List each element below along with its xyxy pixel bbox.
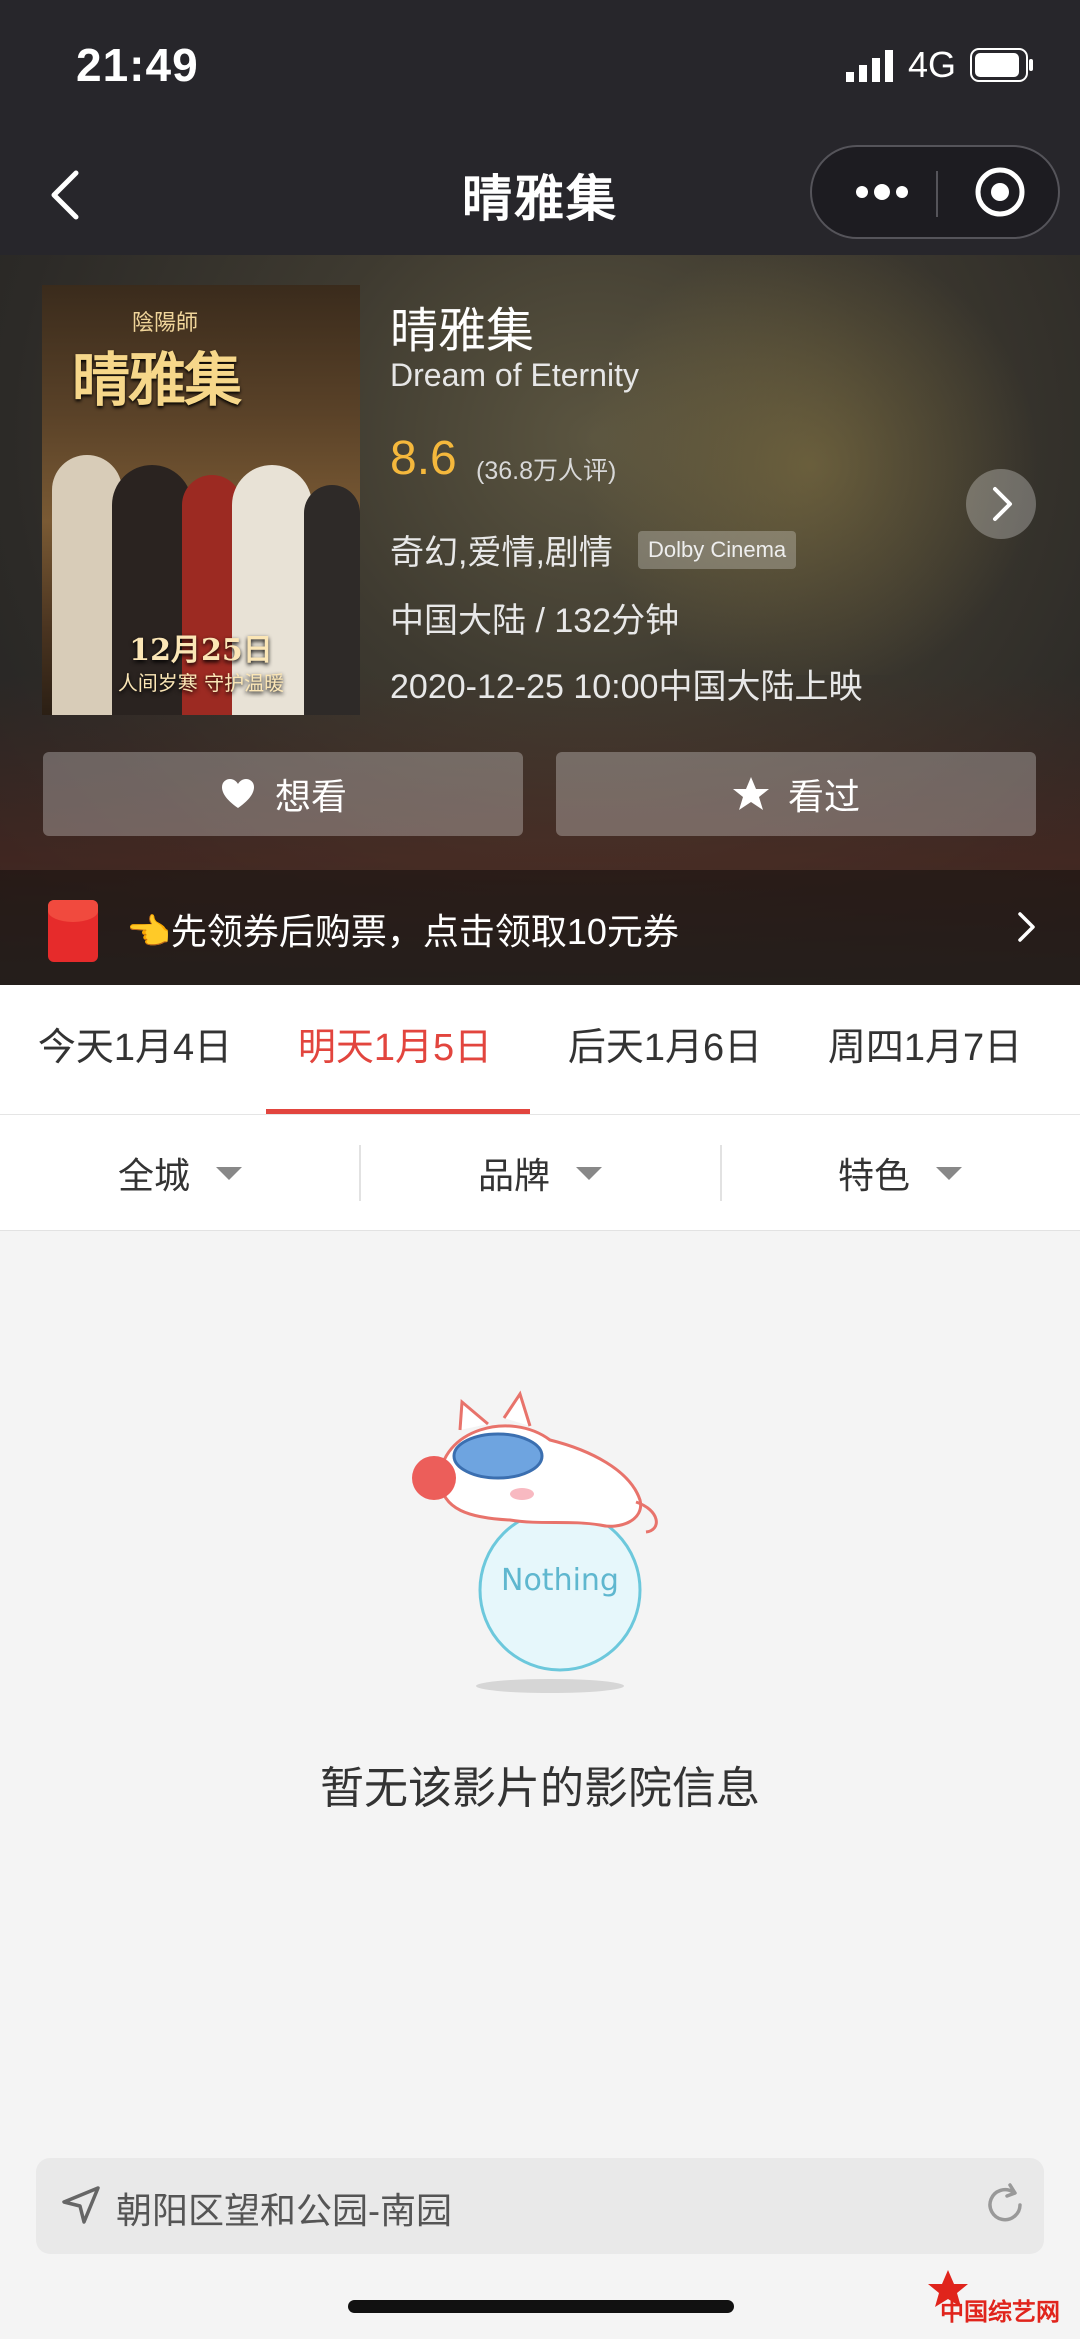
movie-release-date: 2020-12-25 10:00中国大陆上映: [390, 668, 863, 706]
heart-icon: [221, 779, 254, 808]
filter-brand[interactable]: 品牌: [360, 1115, 720, 1231]
movie-genres: 奇幻,爱情,剧情: [390, 534, 613, 572]
network-type: 4G: [908, 44, 957, 85]
movie-region-duration: 中国大陆 / 132分钟: [390, 602, 680, 640]
tab-thursday[interactable]: 周四1月7日: [790, 985, 1060, 1115]
capsule-divider: [936, 171, 938, 217]
menu-capsule: [810, 145, 1060, 239]
movie-detail-arrow-icon[interactable]: [966, 469, 1036, 539]
date-tabs: 今天1月4日 明天1月5日 后天1月6日 周四1月7日: [0, 985, 1080, 1115]
signal-icon: [846, 50, 893, 82]
status-bar: 21:49 4G: [0, 0, 1080, 135]
status-time: 21:49: [76, 39, 199, 91]
movie-english-title: Dream of Eternity: [390, 357, 639, 393]
more-icon[interactable]: [832, 147, 932, 237]
poster-title: 晴雅集: [72, 346, 242, 414]
filter-area[interactable]: 全城: [0, 1115, 360, 1231]
filter-bar: 全城 品牌 特色: [0, 1115, 1080, 1231]
filter-brand-label: 品牌: [477, 1155, 550, 1196]
location-bar[interactable]: 朝阳区望和公园-南园: [36, 2158, 1044, 2254]
caret-down-icon: [576, 1166, 602, 1180]
red-packet-icon: [48, 900, 98, 962]
caret-down-icon: [936, 1166, 962, 1180]
refresh-icon[interactable]: [980, 2180, 1030, 2230]
coupon-banner[interactable]: 👈先领券后购票，点击领取10元券: [0, 870, 1080, 985]
empty-state-message: 暂无该影片的影院信息: [320, 1764, 760, 1813]
nothing-cat-illustration: Nothing: [412, 1390, 658, 1693]
movie-title: 晴雅集: [390, 305, 535, 358]
tab-today[interactable]: 今天1月4日: [0, 985, 270, 1115]
watched-label: 看过: [787, 776, 860, 817]
tab-tomorrow[interactable]: 明天1月5日: [260, 985, 530, 1115]
caret-down-icon: [216, 1166, 242, 1180]
home-indicator: [348, 2300, 734, 2313]
filter-feature-label: 特色: [837, 1155, 910, 1196]
movie-hero: 陰陽師 晴雅集 12月25日 人间岁寒 守护温暖 晴雅集 Dream of Et…: [0, 255, 1080, 985]
coupon-text: 👈先领券后购票，点击领取10元券: [126, 911, 679, 952]
want-to-see-label: 想看: [274, 776, 347, 817]
watermark-text: 中国综艺网: [940, 2298, 1060, 2326]
illustration-nothing-text: Nothing: [501, 1563, 619, 1598]
score-count: (36.8万人评): [476, 457, 617, 485]
filter-area-label: 全城: [117, 1155, 190, 1196]
nav-bar: 晴雅集: [0, 135, 1080, 255]
active-tab-indicator: [266, 1109, 530, 1114]
watched-button[interactable]: 看过: [556, 752, 1036, 836]
poster-date: 12月25日: [129, 633, 273, 668]
location-arrow-icon: [62, 2186, 100, 2224]
close-miniapp-icon[interactable]: [950, 147, 1050, 237]
battery-icon: [970, 48, 1033, 82]
tab-day-after-tomorrow[interactable]: 后天1月6日: [530, 985, 800, 1115]
location-address: 朝阳区望和公园-南园: [116, 2190, 452, 2231]
format-badge: Dolby Cinema: [638, 531, 797, 569]
movie-poster[interactable]: 陰陽師 晴雅集 12月25日 人间岁寒 守护温暖: [42, 285, 360, 715]
star-icon: [732, 777, 769, 810]
want-to-see-button[interactable]: 想看: [43, 752, 523, 836]
chevron-right-icon: [1018, 912, 1035, 942]
movie-score: 8.6: [390, 432, 457, 485]
filter-feature[interactable]: 特色: [720, 1115, 1080, 1231]
poster-tagline: 人间岁寒 守护温暖: [117, 671, 285, 695]
